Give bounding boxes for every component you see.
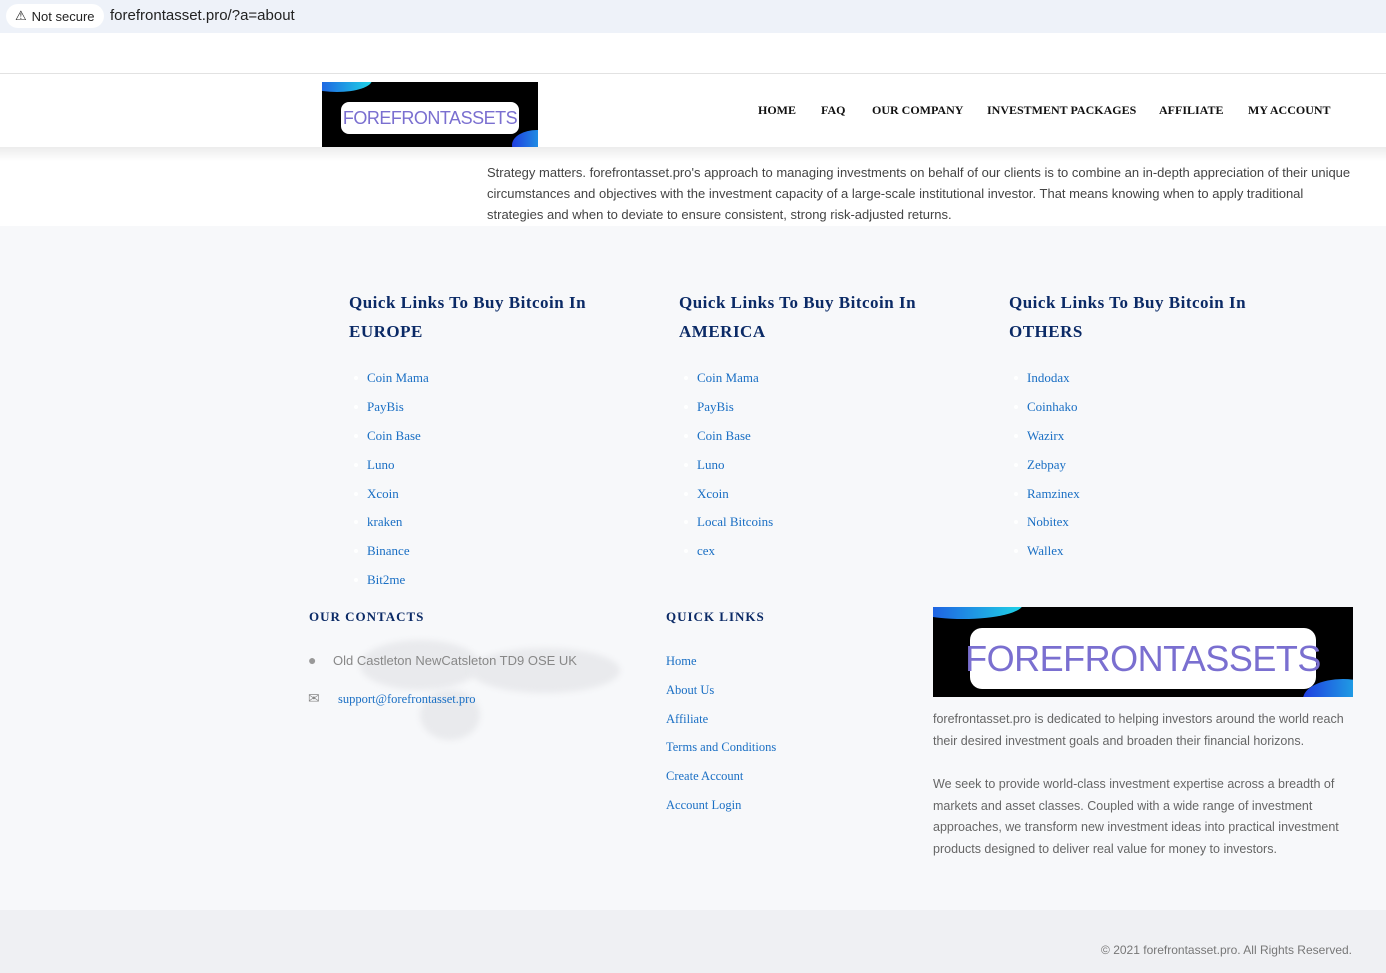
address-bar[interactable]: ⚠ Not secure forefrontasset.pro/?a=about	[0, 0, 1386, 33]
link-wallex[interactable]: Wallex	[1014, 543, 1080, 572]
others-links: Indodax Coinhako Wazirx Zebpay Ramzinex …	[1014, 370, 1080, 572]
link-luno[interactable]: Luno	[354, 457, 429, 486]
intro-text: Strategy matters. forefrontasset.pro's a…	[487, 165, 1351, 222]
about-paragraph-2: We seek to provide world-class investmen…	[933, 777, 1339, 856]
link-coinhako[interactable]: Coinhako	[1014, 399, 1080, 428]
contacts-heading: OUR CONTACTS	[309, 609, 425, 624]
america-links: Coin Mama PayBis Coin Base Luno Xcoin Lo…	[683, 370, 773, 572]
quick-heading-america: Quick Links To Buy Bitcoin In AMERICA	[679, 293, 917, 341]
warning-icon: ⚠	[15, 8, 27, 23]
link-xcoin[interactable]: Xcoin	[354, 486, 429, 515]
link-nobitex[interactable]: Nobitex	[1014, 514, 1080, 543]
link-cex[interactable]: cex	[683, 543, 773, 572]
link-luno[interactable]: Luno	[683, 457, 773, 486]
link-paybis[interactable]: PayBis	[354, 399, 429, 428]
link-paybis[interactable]: PayBis	[683, 399, 773, 428]
footer-link-create-account[interactable]: Create Account	[666, 769, 743, 784]
quick-heading-europe: Quick Links To Buy Bitcoin In EUROPE	[349, 293, 587, 341]
europe-links: Coin Mama PayBis Coin Base Luno Xcoin kr…	[354, 370, 429, 601]
quick-links-heading: QUICK LINKS	[666, 609, 765, 624]
header-shadow	[0, 147, 1386, 161]
nav-affiliate[interactable]: AFFILIATE	[1159, 103, 1223, 118]
link-coin-mama[interactable]: Coin Mama	[354, 370, 429, 399]
nav-my-account[interactable]: MY ACCOUNT	[1248, 103, 1331, 118]
contact-address: Old Castleton NewCatsleton TD9 OSE UK	[333, 653, 577, 668]
link-local-bitcoins[interactable]: Local Bitcoins	[683, 514, 773, 543]
nav-our-company[interactable]: OUR COMPANY	[872, 103, 963, 118]
contact-email[interactable]: support@forefrontasset.pro	[338, 692, 476, 707]
footer-link-terms[interactable]: Terms and Conditions	[666, 740, 776, 755]
link-ramzinex[interactable]: Ramzinex	[1014, 486, 1080, 515]
security-indicator[interactable]: ⚠ Not secure	[6, 4, 104, 28]
quick-heading-others: Quick Links To Buy Bitcoin In OTHERS	[1009, 293, 1247, 341]
footer-link-affiliate[interactable]: Affiliate	[666, 712, 708, 727]
footer-link-login[interactable]: Account Login	[666, 798, 741, 813]
footer-link-about[interactable]: About Us	[666, 683, 714, 698]
copyright-bar	[0, 910, 1386, 973]
link-zebpay[interactable]: Zebpay	[1014, 457, 1080, 486]
link-indodax[interactable]: Indodax	[1014, 370, 1080, 399]
link-binance[interactable]: Binance	[354, 543, 429, 572]
copyright-text: © 2021 forefrontasset.pro. All Rights Re…	[1101, 943, 1352, 957]
nav-faq[interactable]: FAQ	[821, 103, 845, 118]
link-kraken[interactable]: kraken	[354, 514, 429, 543]
link-coin-base[interactable]: Coin Base	[354, 428, 429, 457]
nav-investment-packages[interactable]: INVESTMENT PACKAGES	[987, 103, 1136, 118]
about-paragraph-1: forefrontasset.pro is dedicated to helpi…	[933, 712, 1344, 748]
url-text[interactable]: forefrontasset.pro/?a=about	[110, 7, 295, 24]
link-xcoin[interactable]: Xcoin	[683, 486, 773, 515]
envelope-icon: ✉	[308, 690, 320, 706]
map-pin-icon: ●	[308, 652, 317, 668]
link-wazirx[interactable]: Wazirx	[1014, 428, 1080, 457]
site-logo[interactable]: FOREFRONTASSETS	[322, 82, 538, 148]
footer-logo: FOREFRONTASSETS	[933, 607, 1353, 697]
link-coin-base[interactable]: Coin Base	[683, 428, 773, 457]
link-coin-mama[interactable]: Coin Mama	[683, 370, 773, 399]
link-bit2me[interactable]: Bit2me	[354, 572, 429, 601]
nav-home[interactable]: HOME	[758, 103, 796, 118]
footer-link-home[interactable]: Home	[666, 654, 697, 669]
